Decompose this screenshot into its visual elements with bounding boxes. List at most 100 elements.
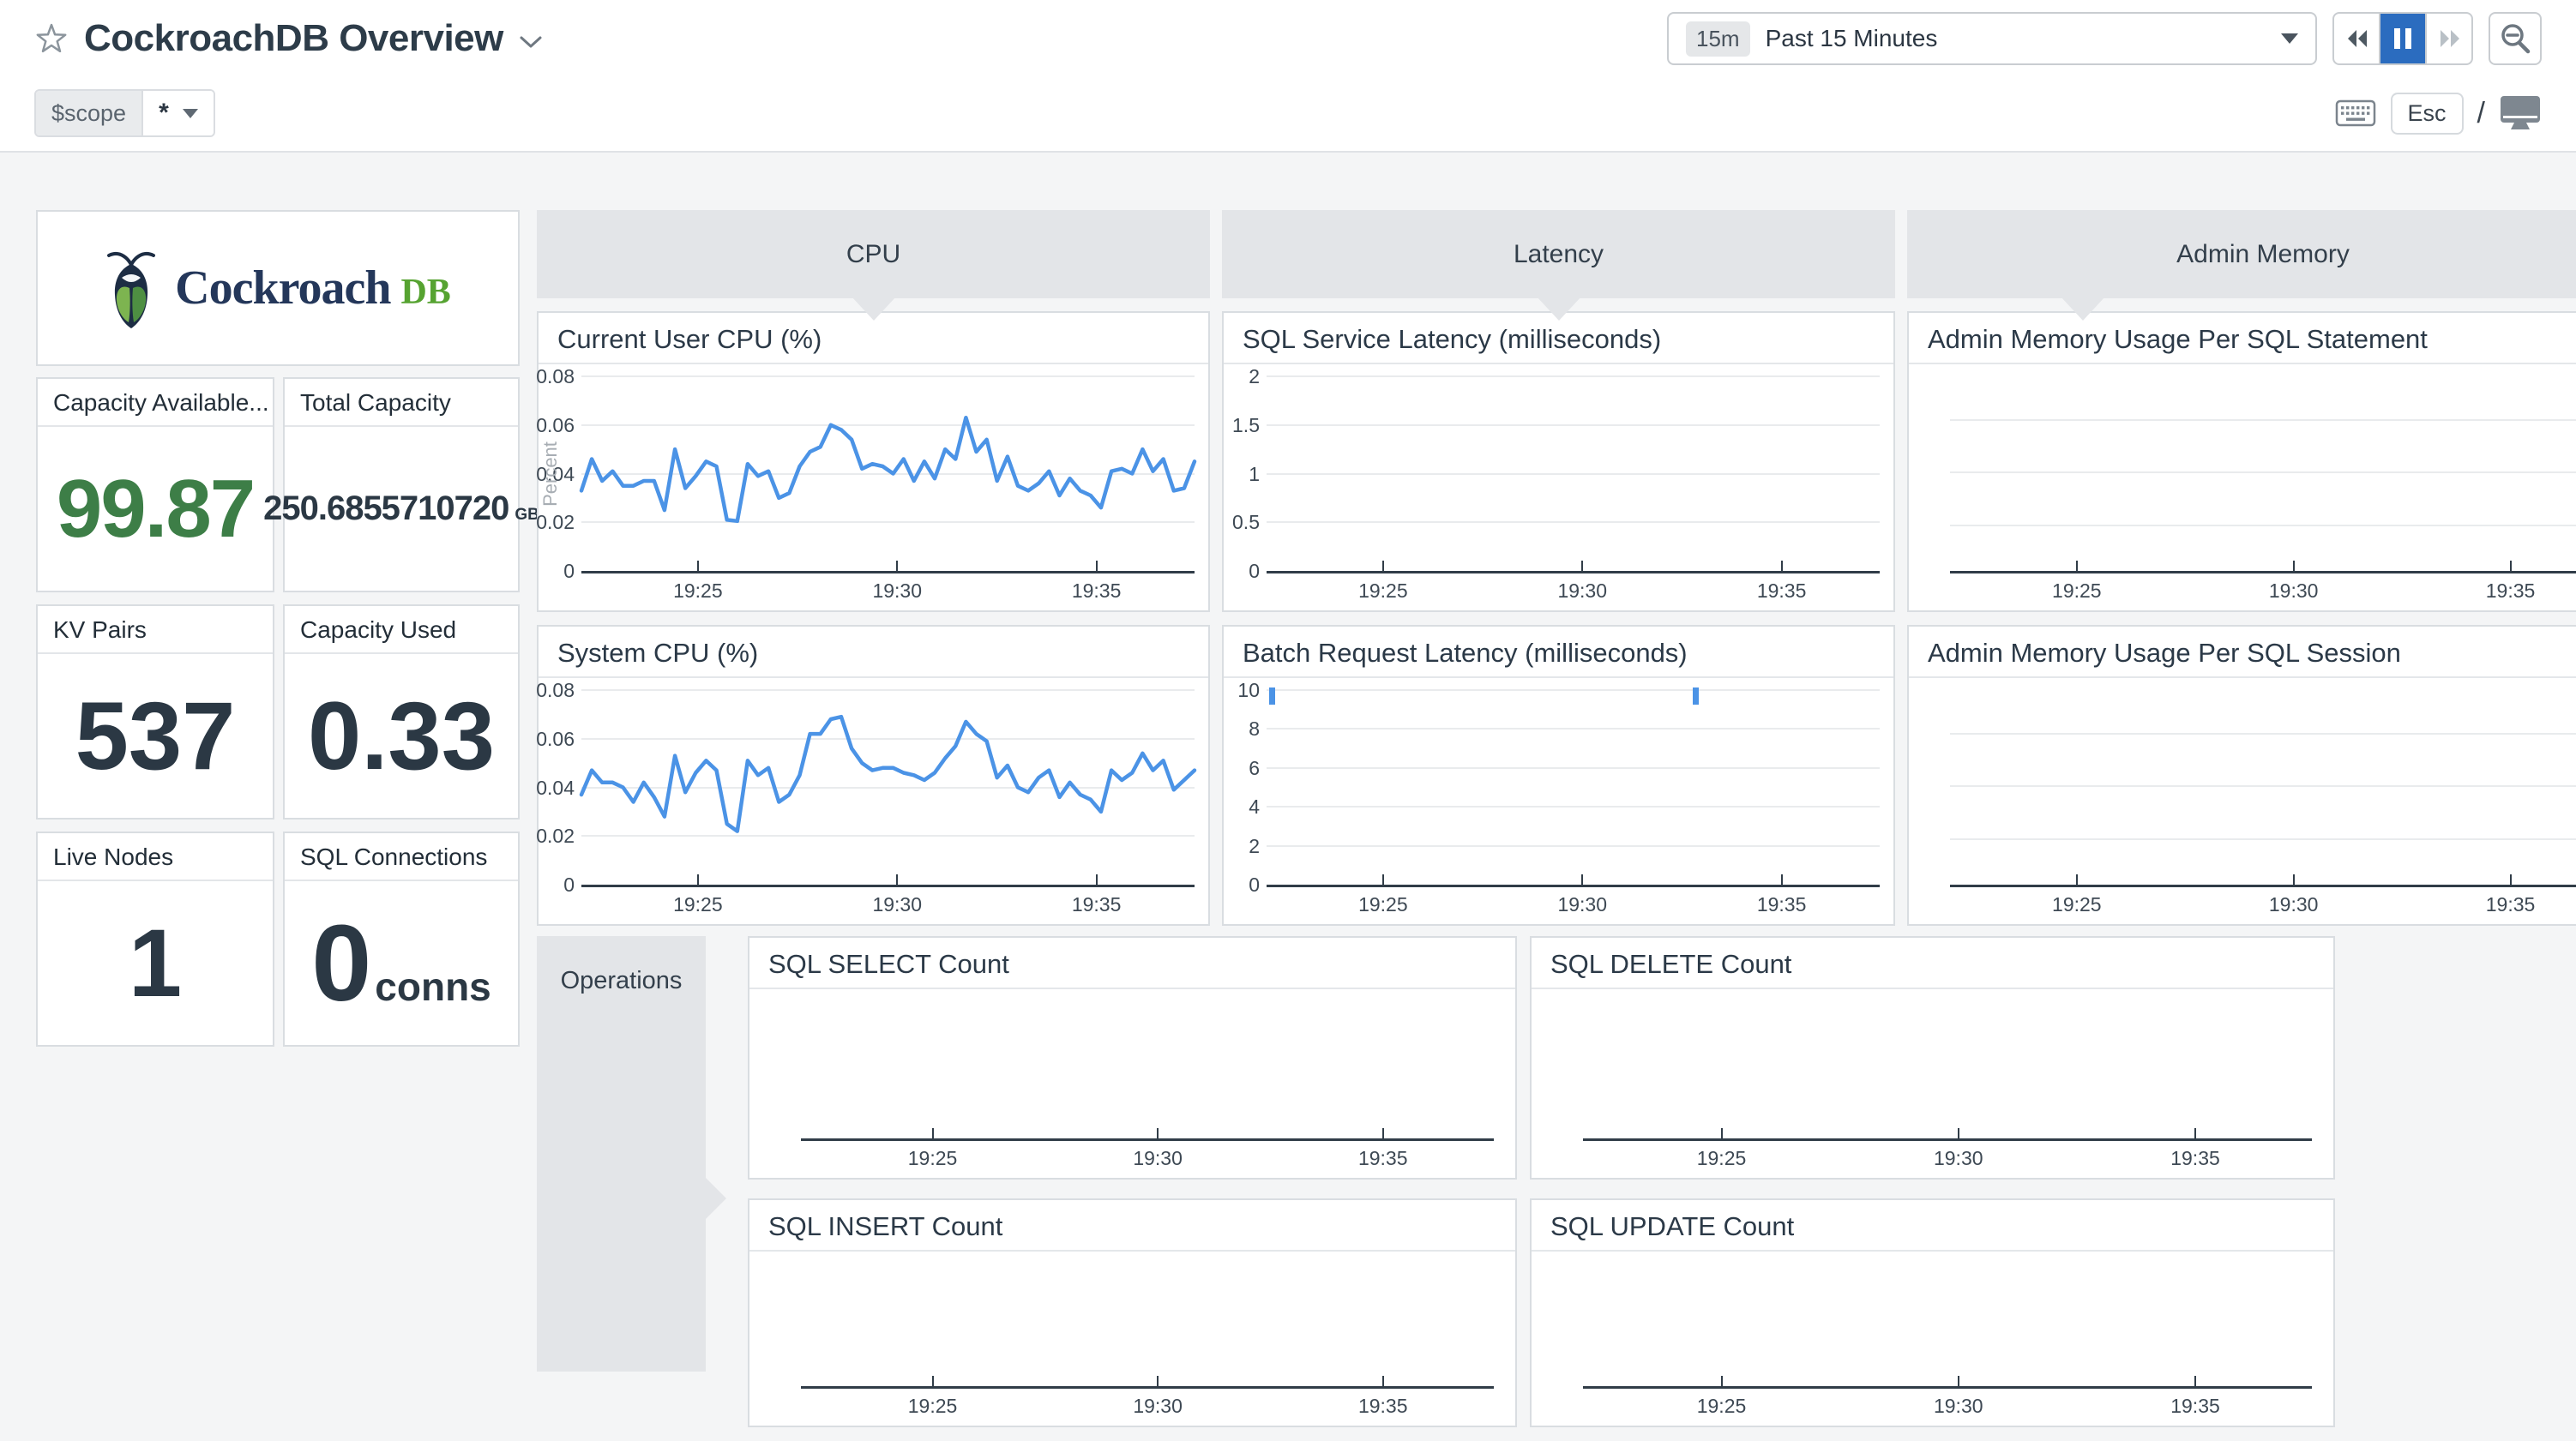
gridline — [1267, 689, 1880, 691]
group-admin-memory: Admin Memory Admin Memory Usage Per SQL … — [1907, 210, 2576, 926]
gridline — [1267, 375, 1880, 377]
x-tick-label: 19:35 — [2144, 1395, 2247, 1418]
chart-plot[interactable]: 19:2519:3019:35 — [1909, 364, 2576, 610]
panel-sql-insert-count[interactable]: SQL INSERT Count 19:2519:3019:35 — [748, 1198, 1517, 1427]
group-notch — [2061, 297, 2105, 321]
stat-card-kv-pairs[interactable]: KV Pairs 537 — [36, 604, 274, 820]
y-tick-label: 0.08 — [515, 364, 575, 388]
x-tick-label: 19:35 — [1332, 1147, 1435, 1170]
group-header-latency[interactable]: Latency — [1222, 210, 1895, 298]
gridline — [1267, 521, 1880, 523]
logo-wordmark: Cockroach — [175, 261, 390, 315]
title-menu-chevron-down-icon[interactable] — [519, 34, 543, 50]
left-widget-column: CockroachDB Capacity Available... 99.87 … — [36, 210, 520, 1047]
chart-plot[interactable]: 00.020.040.060.0819:2519:3019:35Percent — [539, 364, 1208, 610]
chart-plot[interactable]: 00.020.040.060.0819:2519:3019:35 — [539, 678, 1208, 924]
panel-admin-memory-per-session[interactable]: Admin Memory Usage Per SQL Session 19:25… — [1907, 625, 2576, 926]
panel-title: SQL DELETE Count — [1532, 938, 2333, 989]
logo-suffix: DB — [400, 273, 450, 312]
y-tick-label: 0.5 — [1200, 510, 1260, 534]
gridline — [1267, 473, 1880, 475]
tv-mode-monitor-icon[interactable] — [2499, 94, 2542, 132]
zoom-out-button[interactable] — [2489, 12, 2542, 65]
x-axis-line — [1950, 571, 2576, 573]
stat-card-live-nodes[interactable]: Live Nodes 1 — [36, 832, 274, 1047]
favorite-star-icon[interactable] — [34, 21, 69, 56]
group-notch — [852, 297, 896, 321]
y-tick-label: 0.06 — [515, 727, 575, 751]
template-variable-scope[interactable]: $scope * — [34, 89, 215, 137]
stat-card-capacity-used[interactable]: Capacity Used 0.33 — [283, 604, 520, 820]
group-header-label: Admin Memory — [2176, 240, 2350, 269]
group-header-label: Operations — [561, 967, 683, 1372]
stat-card-title: SQL Connections — [285, 833, 518, 881]
x-tick-label: 19:25 — [2025, 579, 2128, 603]
panel-admin-memory-per-statement[interactable]: Admin Memory Usage Per SQL Statement 19:… — [1907, 311, 2576, 612]
stat-card-capacity-available[interactable]: Capacity Available... 99.87 — [36, 377, 274, 592]
gridline — [1267, 806, 1880, 808]
group-header-cpu[interactable]: CPU — [537, 210, 1210, 298]
chart-plot[interactable]: 00.511.5219:2519:3019:35 — [1224, 364, 1893, 610]
y-tick-label: 4 — [1200, 795, 1260, 819]
operations-column-right: SQL DELETE Count 19:2519:3019:35 SQL UPD… — [1530, 936, 2335, 1427]
line-series — [581, 374, 1195, 573]
x-axis-tick — [2076, 874, 2078, 885]
x-axis-line — [801, 1386, 1494, 1389]
chart-plot[interactable]: 024681019:2519:3019:35 — [1224, 678, 1893, 924]
rewind-button[interactable] — [2334, 14, 2380, 63]
gridline — [1950, 733, 2576, 735]
stat-card-sql-connections[interactable]: SQL Connections 0 conns — [283, 832, 520, 1047]
x-axis-line — [801, 1138, 1494, 1141]
y-tick-label: 0.02 — [515, 824, 575, 848]
chart-plot[interactable]: 19:2519:3019:35 — [749, 1252, 1515, 1426]
x-tick-label: 19:30 — [1907, 1395, 2010, 1418]
y-tick-label: 0 — [515, 559, 575, 583]
x-tick-label: 19:35 — [1730, 893, 1833, 916]
group-notch — [704, 1176, 726, 1221]
x-tick-label: 19:35 — [1332, 1395, 1435, 1418]
chart-plot[interactable]: 19:2519:3019:35 — [1532, 989, 2333, 1178]
panel-batch-request-latency[interactable]: Batch Request Latency (milliseconds) 024… — [1222, 625, 1895, 926]
chart-plot[interactable]: 19:2519:3019:35 — [1909, 678, 2576, 924]
pause-button[interactable] — [2380, 14, 2427, 63]
panel-current-user-cpu[interactable]: Current User CPU (%) 00.020.040.060.0819… — [537, 311, 1210, 612]
stat-unit: conns — [375, 964, 491, 1010]
x-axis-line — [1583, 1386, 2312, 1389]
clipped-spike — [1693, 687, 1699, 705]
x-tick-label: 19:30 — [1531, 579, 1634, 603]
stat-card-title: Capacity Used — [285, 606, 518, 654]
x-axis-tick — [1958, 1376, 1959, 1386]
y-axis-label: Percent — [539, 431, 562, 517]
x-axis-tick — [2510, 874, 2512, 885]
panel-sql-update-count[interactable]: SQL UPDATE Count 19:2519:3019:35 — [1530, 1198, 2335, 1427]
y-tick-label: 10 — [1200, 678, 1260, 702]
stat-value: 0.33 — [308, 681, 495, 791]
group-header-operations[interactable]: Operations — [537, 936, 706, 1372]
x-axis-tick — [1382, 874, 1384, 885]
group-header-admin-memory[interactable]: Admin Memory — [1907, 210, 2576, 298]
x-tick-label: 19:30 — [1907, 1147, 2010, 1170]
stat-card-title: Capacity Available... — [38, 379, 273, 427]
gridline — [1267, 767, 1880, 769]
clipped-spike — [1269, 687, 1275, 705]
fast-forward-button[interactable] — [2427, 14, 2471, 63]
template-variable-value: * — [159, 99, 169, 128]
cockroachdb-logo-card[interactable]: Cockroach DB — [36, 210, 520, 366]
panel-sql-delete-count[interactable]: SQL DELETE Count 19:2519:3019:35 — [1530, 936, 2335, 1180]
stat-card-total-capacity[interactable]: Total Capacity 250.6855710720 GB — [283, 377, 520, 592]
time-range-selector[interactable]: 15m Past 15 Minutes — [1667, 12, 2317, 65]
stat-value: 0 — [311, 901, 371, 1025]
x-axis-line — [1583, 1138, 2312, 1141]
panel-sql-select-count[interactable]: SQL SELECT Count 19:2519:3019:35 — [748, 936, 1517, 1180]
x-tick-label: 19:25 — [2025, 893, 2128, 916]
chart-plot[interactable]: 19:2519:3019:35 — [749, 989, 1515, 1178]
panel-system-cpu[interactable]: System CPU (%) 00.020.040.060.0819:2519:… — [537, 625, 1210, 926]
x-axis-tick — [1382, 561, 1384, 571]
x-tick-label: 19:30 — [846, 893, 948, 916]
chart-plot[interactable]: 19:2519:3019:35 — [1532, 1252, 2333, 1426]
x-tick-label: 19:35 — [1730, 579, 1833, 603]
template-variable-value-dropdown[interactable]: * — [141, 91, 214, 135]
toolbar-row: $scope * — [0, 77, 2576, 149]
gridline — [1950, 471, 2576, 473]
panel-sql-service-latency[interactable]: SQL Service Latency (milliseconds) 00.51… — [1222, 311, 1895, 612]
